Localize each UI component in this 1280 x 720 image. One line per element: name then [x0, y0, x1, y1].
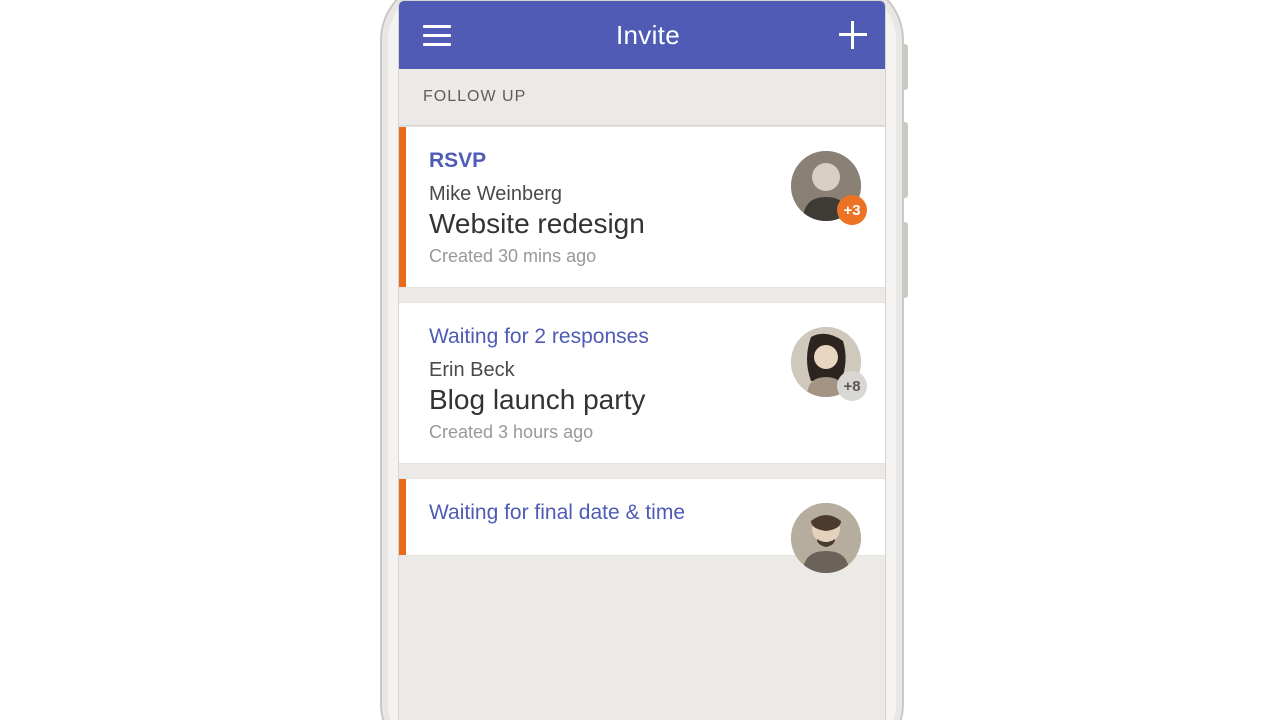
invite-card[interactable]: Waiting for 2 responses Erin Beck Blog l…: [399, 302, 885, 464]
invite-card[interactable]: RSVP Mike Weinberg Website redesign Crea…: [399, 126, 885, 288]
app-screen: Invite FOLLOW UP RSVP Mike Weinberg Webs…: [398, 0, 886, 720]
attendee-count-badge: +8: [837, 371, 867, 401]
avatar: [791, 503, 861, 573]
attendee-count-badge: +3: [837, 195, 867, 225]
section-label: FOLLOW UP: [423, 88, 526, 106]
invite-created: Created 30 mins ago: [429, 246, 865, 267]
phone-frame: Invite FOLLOW UP RSVP Mike Weinberg Webs…: [380, 0, 904, 720]
invite-list: RSVP Mike Weinberg Website redesign Crea…: [399, 126, 885, 556]
hamburger-icon[interactable]: [417, 19, 457, 52]
phone-side-button: [902, 122, 908, 198]
invite-card[interactable]: Waiting for final date & time: [399, 478, 885, 556]
avatar-group[interactable]: [791, 503, 861, 573]
phone-side-button: [902, 222, 908, 298]
screen-title: Invite: [616, 20, 680, 51]
section-header: FOLLOW UP: [399, 69, 885, 126]
avatar-group[interactable]: +8: [791, 327, 861, 397]
invite-created: Created 3 hours ago: [429, 422, 865, 443]
plus-icon[interactable]: [839, 21, 867, 49]
phone-side-button: [902, 44, 908, 90]
app-header: Invite: [399, 1, 885, 69]
avatar-group[interactable]: +3: [791, 151, 861, 221]
